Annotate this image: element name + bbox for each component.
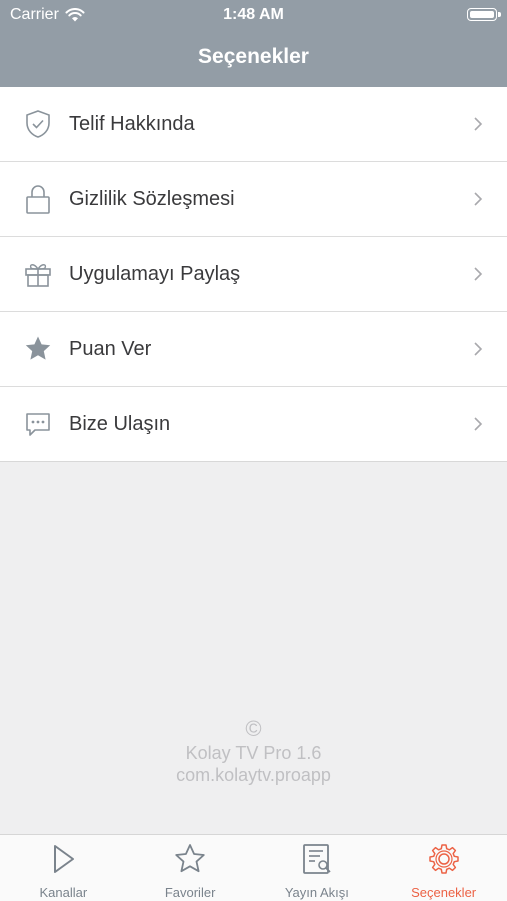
menu-item-share[interactable]: Uygulamayı Paylaş [0,237,507,312]
lock-icon [22,183,54,215]
menu-item-privacy[interactable]: Gizlilik Sözleşmesi [0,162,507,237]
tab-secenekler[interactable]: Seçenekler [380,835,507,901]
schedule-search-icon [302,844,331,874]
menu-item-rate[interactable]: Puan Ver [0,312,507,387]
menu-item-label: Bize Ulaşın [69,412,171,435]
chevron-right-icon [474,192,483,206]
bundle-id: com.kolaytv.proapp [176,765,331,785]
menu-item-label: Gizlilik Sözleşmesi [69,187,235,210]
chevron-right-icon [474,342,483,356]
menu-item-contact[interactable]: Bize Ulaşın [0,387,507,462]
tab-label: Favoriler [164,885,216,900]
menu-item-label: Telif Hakkında [69,112,195,135]
tab-label: Yayın Akışı [284,885,349,900]
tab-kanallar[interactable]: Kanallar [0,835,127,901]
star-outline-icon [175,844,205,873]
chevron-right-icon [474,417,483,431]
status-time: 1:48 AM [223,6,284,23]
tab-yayin-akisi[interactable]: Yayın Akışı [254,835,381,901]
app-info: © Kolay TV Pro 1.6 com.kolaytv.proapp [0,718,507,786]
chat-bubble-icon [22,408,54,440]
shield-check-icon [22,108,54,140]
copyright-symbol: © [245,716,262,741]
status-bar: Carrier 1:48 AM [0,6,507,26]
app-version: Kolay TV Pro 1.6 [185,743,322,763]
gear-icon [428,844,459,874]
chevron-right-icon [474,117,483,131]
tab-favoriler[interactable]: Favoriler [127,835,254,901]
menu-item-copyright[interactable]: Telif Hakkında [0,87,507,162]
tab-label: Seçenekler [411,885,477,900]
gift-icon [22,258,54,290]
tab-label: Kanallar [39,885,88,900]
menu-item-label: Puan Ver [69,337,152,360]
star-icon [22,333,54,365]
navigation-header: Carrier 1:48 AM Seçenekler [0,0,507,87]
battery-icon [467,8,501,21]
play-icon [54,845,75,873]
page-title: Seçenekler [198,45,309,68]
settings-list: Telif Hakkında Gizlilik Sözleşmesi Uygul… [0,87,507,462]
chevron-right-icon [474,267,483,281]
menu-item-label: Uygulamayı Paylaş [69,262,241,285]
tab-bar: Kanallar Favoriler Yayın Akışı Seçenekle… [0,834,507,901]
